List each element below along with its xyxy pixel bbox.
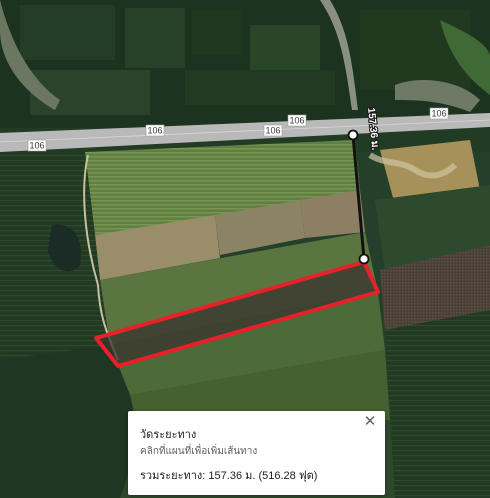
measure-end-point[interactable] [358,253,370,265]
road-shield: 106 [429,107,449,120]
road-shield: 106 [145,124,165,137]
road-shield-label: 106 [289,116,304,126]
measure-distance-card: วัดระยะทาง คลิกที่แผนที่เพื่อเพิ่มเส้นทา… [128,411,385,495]
road-shield-label: 106 [29,141,44,151]
farmland-north [0,0,490,128]
road-shield-label: 106 [147,126,162,136]
total-distance: รวมระยะทาง: 157.36 ม. (516.28 ฟุต) [140,470,318,482]
road-shield: 106 [287,114,307,127]
road-shield-label: 106 [431,109,446,119]
card-hint: คลิกที่แผนที่เพื่อเพิ่มเส้นทาง [140,446,258,457]
card-title: วัดระยะทาง [140,429,197,441]
road-shield: 106 [263,124,283,137]
road-shield-label: 106 [265,126,280,136]
measure-start-point[interactable] [347,129,359,141]
close-icon[interactable]: ✕ [361,413,379,431]
road-shield: 106 [27,139,47,152]
